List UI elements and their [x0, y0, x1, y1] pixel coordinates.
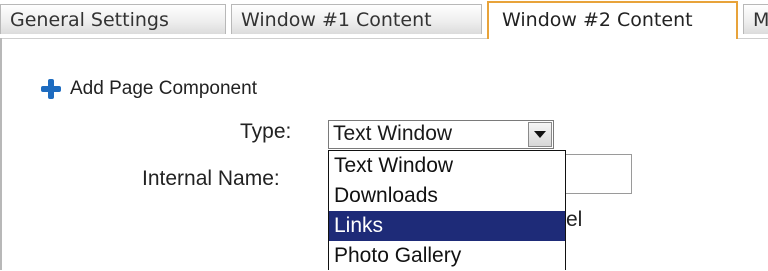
add-page-component-link[interactable]: Add Page Component: [40, 76, 257, 102]
type-label: Type:: [240, 120, 292, 143]
tab-window-1-content[interactable]: Window #1 Content: [231, 4, 482, 34]
tab-general-settings[interactable]: General Settings: [0, 4, 226, 34]
chevron-down-icon[interactable]: [528, 122, 552, 147]
tab-window-2-content[interactable]: Window #2 Content: [487, 1, 738, 39]
tab-more[interactable]: M: [743, 4, 768, 34]
plus-icon: [40, 78, 62, 100]
add-page-component-label: Add Page Component: [70, 78, 257, 99]
panel-border: [0, 38, 2, 270]
type-dropdown-list[interactable]: Text Window Downloads Links Photo Galler…: [328, 150, 566, 270]
type-select[interactable]: Text Window: [328, 120, 554, 149]
dropdown-option-downloads[interactable]: Downloads: [329, 181, 565, 211]
partial-label-text: el: [566, 208, 583, 231]
dropdown-option-photo-gallery[interactable]: Photo Gallery: [329, 241, 565, 271]
tab-bar: General Settings Window #1 Content Windo…: [0, 0, 768, 42]
internal-name-label: Internal Name:: [142, 167, 280, 190]
dropdown-option-text-window[interactable]: Text Window: [329, 151, 565, 181]
type-select-value: Text Window: [333, 122, 453, 145]
dropdown-option-links[interactable]: Links: [329, 211, 565, 241]
